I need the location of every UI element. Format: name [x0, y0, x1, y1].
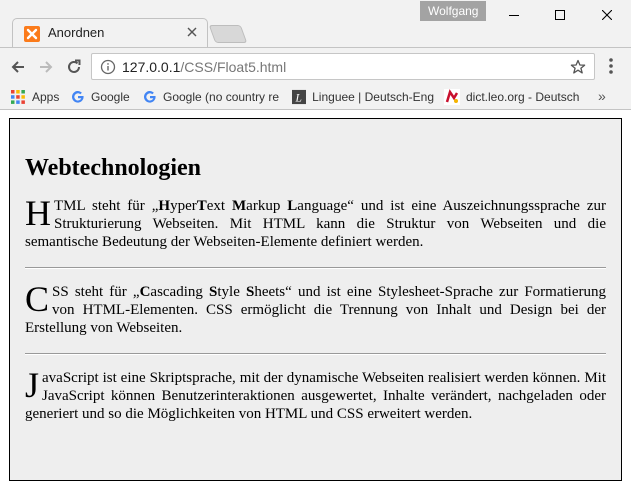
close-window-button[interactable]: [584, 0, 630, 30]
bookmark-dict-leo[interactable]: dict.leo.org - Deutsch: [444, 84, 582, 110]
bookmark-google[interactable]: Google: [71, 84, 137, 110]
bookmark-label: Apps: [32, 90, 60, 104]
back-button[interactable]: [8, 57, 28, 77]
text: anguage: [297, 198, 348, 214]
linguee-icon: L: [292, 89, 307, 104]
paragraph-css: C SS steht für „Cascading Style Sheets“ u…: [25, 279, 606, 337]
navigation-toolbar: 127.0.0.1/CSS/Float5.html: [0, 47, 631, 84]
title-bar: Wolfgang Anordnen: [0, 0, 631, 47]
maximize-icon: [555, 10, 565, 20]
apps-grid-icon: [11, 90, 25, 104]
minimize-button[interactable]: [491, 0, 537, 30]
tab-title: Anordnen: [48, 25, 105, 40]
tab-anordnen[interactable]: Anordnen: [12, 18, 208, 47]
address-bar[interactable]: 127.0.0.1/CSS/Float5.html: [91, 53, 595, 80]
reload-button[interactable]: [64, 57, 84, 77]
bold-letter: L: [287, 198, 298, 214]
back-arrow-icon: [11, 61, 24, 73]
paragraph-html: H TML steht für „HyperText Markup Languag…: [25, 193, 606, 251]
bookmarks-bar: Apps Google Google (no country re L Ling…: [0, 84, 631, 110]
bookmark-label: dict.leo.org - Deutsch: [466, 90, 580, 104]
profile-button[interactable]: Wolfgang: [420, 1, 487, 21]
bookmark-label: Google (no country re: [163, 90, 280, 104]
drop-cap: C: [25, 279, 50, 319]
menu-dots-icon[interactable]: [603, 57, 619, 75]
bold-letter: H: [158, 198, 171, 214]
bookmark-apps[interactable]: Apps: [10, 84, 65, 110]
leo-icon: [444, 89, 460, 105]
close-icon: [602, 10, 612, 20]
more-bookmarks-chevron-icon[interactable]: »: [598, 88, 606, 104]
text: ascading: [150, 284, 210, 300]
new-tab-button[interactable]: [208, 25, 248, 43]
drop-cap: J: [25, 365, 40, 405]
xampp-favicon-icon: [24, 26, 40, 42]
url-text[interactable]: 127.0.0.1/CSS/Float5.html: [122, 58, 286, 76]
bookmark-star-icon[interactable]: [570, 59, 586, 75]
bookmark-label: Linguee | Deutsch-Eng: [312, 90, 434, 104]
url-host: 127.0.0.1: [122, 59, 181, 75]
text: ext: [206, 198, 232, 214]
bookmark-google-no-country[interactable]: Google (no country re: [143, 84, 280, 110]
minimize-icon: [509, 15, 519, 16]
reload-icon: [68, 59, 81, 73]
url-path: /CSS/Float5.html: [180, 59, 287, 75]
google-icon: [72, 91, 84, 103]
bookmark-label: Google: [91, 90, 130, 104]
info-icon[interactable]: [100, 59, 116, 75]
maximize-button[interactable]: [537, 0, 583, 30]
text: SS steht für „: [52, 284, 140, 300]
tab-close-icon[interactable]: [187, 27, 197, 37]
paragraph-javascript: JavaScript ist eine Skriptsprache, mit d…: [25, 365, 606, 423]
text: yper: [170, 198, 197, 214]
page-viewport: Webtechnologien H TML steht für „HyperTex…: [0, 111, 631, 489]
text: avaScript ist eine Skriptsprache, mit de…: [25, 370, 606, 422]
content-box: Webtechnologien H TML steht für „HyperTex…: [9, 118, 622, 481]
bold-letter: T: [196, 198, 207, 214]
divider: [25, 267, 606, 269]
text: heets: [254, 284, 286, 300]
text: TML steht für „: [54, 198, 159, 214]
forward-button[interactable]: [36, 57, 56, 77]
text: arkup: [246, 198, 288, 214]
bookmark-linguee[interactable]: L Linguee | Deutsch-Eng: [292, 84, 434, 110]
bold-letter: C: [139, 284, 151, 300]
divider: [25, 353, 606, 355]
page-heading: Webtechnologien: [25, 155, 202, 181]
bold-letter: M: [232, 198, 247, 214]
text: tyle: [217, 284, 246, 300]
forward-arrow-icon: [40, 61, 53, 73]
drop-cap: H: [25, 193, 51, 233]
svg-text:L: L: [295, 92, 302, 104]
google-icon: [144, 91, 156, 103]
